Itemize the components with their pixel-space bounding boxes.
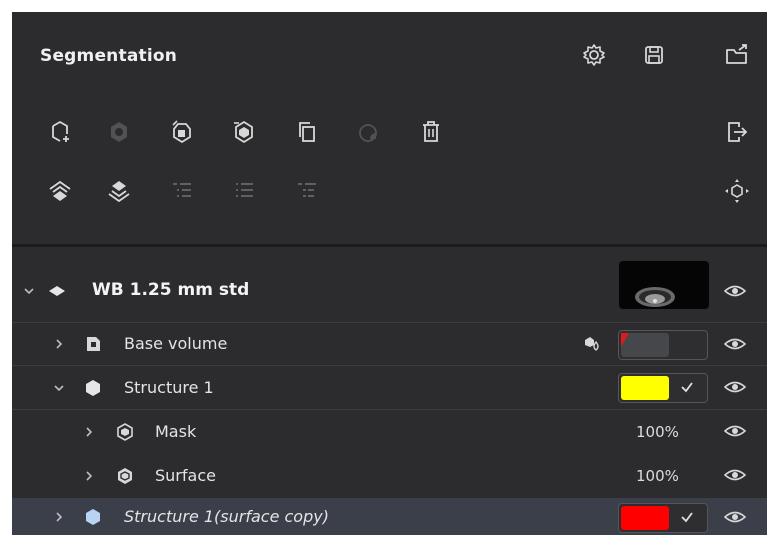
visibility-eye-icon[interactable] (724, 467, 746, 483)
export-folder-icon[interactable] (724, 42, 750, 68)
save-disk-icon[interactable] (641, 42, 667, 68)
visibility-eye-icon[interactable] (724, 283, 746, 299)
chevron-right-icon[interactable] (82, 425, 96, 439)
surface-icon (116, 467, 134, 485)
mask-label: Mask (155, 422, 197, 441)
surface-opacity-value[interactable]: 100% (636, 467, 679, 485)
dataset-thumbnail (619, 261, 709, 309)
volume-icon (84, 335, 102, 353)
panel-header: Segmentation (12, 12, 767, 244)
list-indent-icon[interactable] (169, 178, 195, 204)
structure-1-color-swatch[interactable] (618, 373, 708, 403)
colormap-swatch (621, 333, 669, 357)
base-volume-color-swatch[interactable] (618, 330, 708, 360)
base-volume-label: Base volume (124, 334, 228, 353)
red-color-swatch (621, 506, 669, 530)
structure-hexagon-icon (84, 508, 102, 526)
mask-opacity-value[interactable]: 100% (636, 423, 679, 441)
list-expand-icon[interactable] (231, 178, 257, 204)
structure-hexagon-icon (84, 379, 102, 397)
structure-1-label: Structure 1 (124, 378, 214, 397)
tree-row-surface[interactable]: Surface 100% (12, 454, 767, 497)
visibility-eye-icon[interactable] (724, 379, 746, 395)
surface-label: Surface (155, 466, 216, 485)
opacity-drop-icon[interactable] (583, 334, 601, 352)
segmentation-panel: Segmentation WB 1.25 mm std Base volume … (12, 12, 767, 535)
panel-title: Segmentation (40, 46, 178, 66)
checkmark-icon (679, 379, 695, 395)
dataset-diamond-icon (48, 282, 66, 300)
chevron-right-icon[interactable] (52, 510, 66, 524)
convert-surface-icon[interactable] (169, 119, 195, 145)
center-view-icon[interactable] (724, 178, 750, 204)
layers-down-icon[interactable] (106, 178, 132, 204)
convert-mask-icon[interactable] (231, 119, 257, 145)
tree-row-structure-1[interactable]: Structure 1 (12, 366, 767, 410)
header-divider (12, 244, 767, 247)
list-collapse-icon[interactable] (294, 178, 320, 204)
checkmark-icon (679, 509, 695, 525)
structure-from-volume-icon[interactable] (106, 119, 132, 145)
tree-row-mask[interactable]: Mask 100% (12, 410, 767, 453)
visibility-eye-icon[interactable] (724, 336, 746, 352)
structure-copy-color-swatch[interactable] (618, 503, 708, 533)
visibility-eye-icon[interactable] (724, 423, 746, 439)
yellow-color-swatch (621, 376, 669, 400)
chevron-right-icon[interactable] (52, 337, 66, 351)
chevron-right-icon[interactable] (82, 469, 96, 483)
merge-icon[interactable] (356, 119, 382, 145)
duplicate-icon[interactable] (294, 119, 320, 145)
tree-row-structure-surface-copy[interactable]: Structure 1(surface copy) (12, 498, 767, 535)
settings-gear-icon[interactable] (581, 42, 607, 68)
tree-row-dataset[interactable]: WB 1.25 mm std (12, 258, 767, 323)
structure-surface-copy-label: Structure 1(surface copy) (124, 507, 329, 526)
chevron-down-icon[interactable] (22, 284, 36, 298)
mask-icon (116, 423, 134, 441)
add-structure-icon[interactable] (47, 119, 73, 145)
tree-row-base-volume[interactable]: Base volume (12, 323, 767, 366)
delete-icon[interactable] (418, 119, 444, 145)
visibility-eye-icon[interactable] (724, 509, 746, 525)
chevron-down-icon[interactable] (52, 381, 66, 395)
layers-up-icon[interactable] (47, 178, 73, 204)
exit-icon[interactable] (724, 119, 750, 145)
dataset-label: WB 1.25 mm std (92, 280, 250, 300)
